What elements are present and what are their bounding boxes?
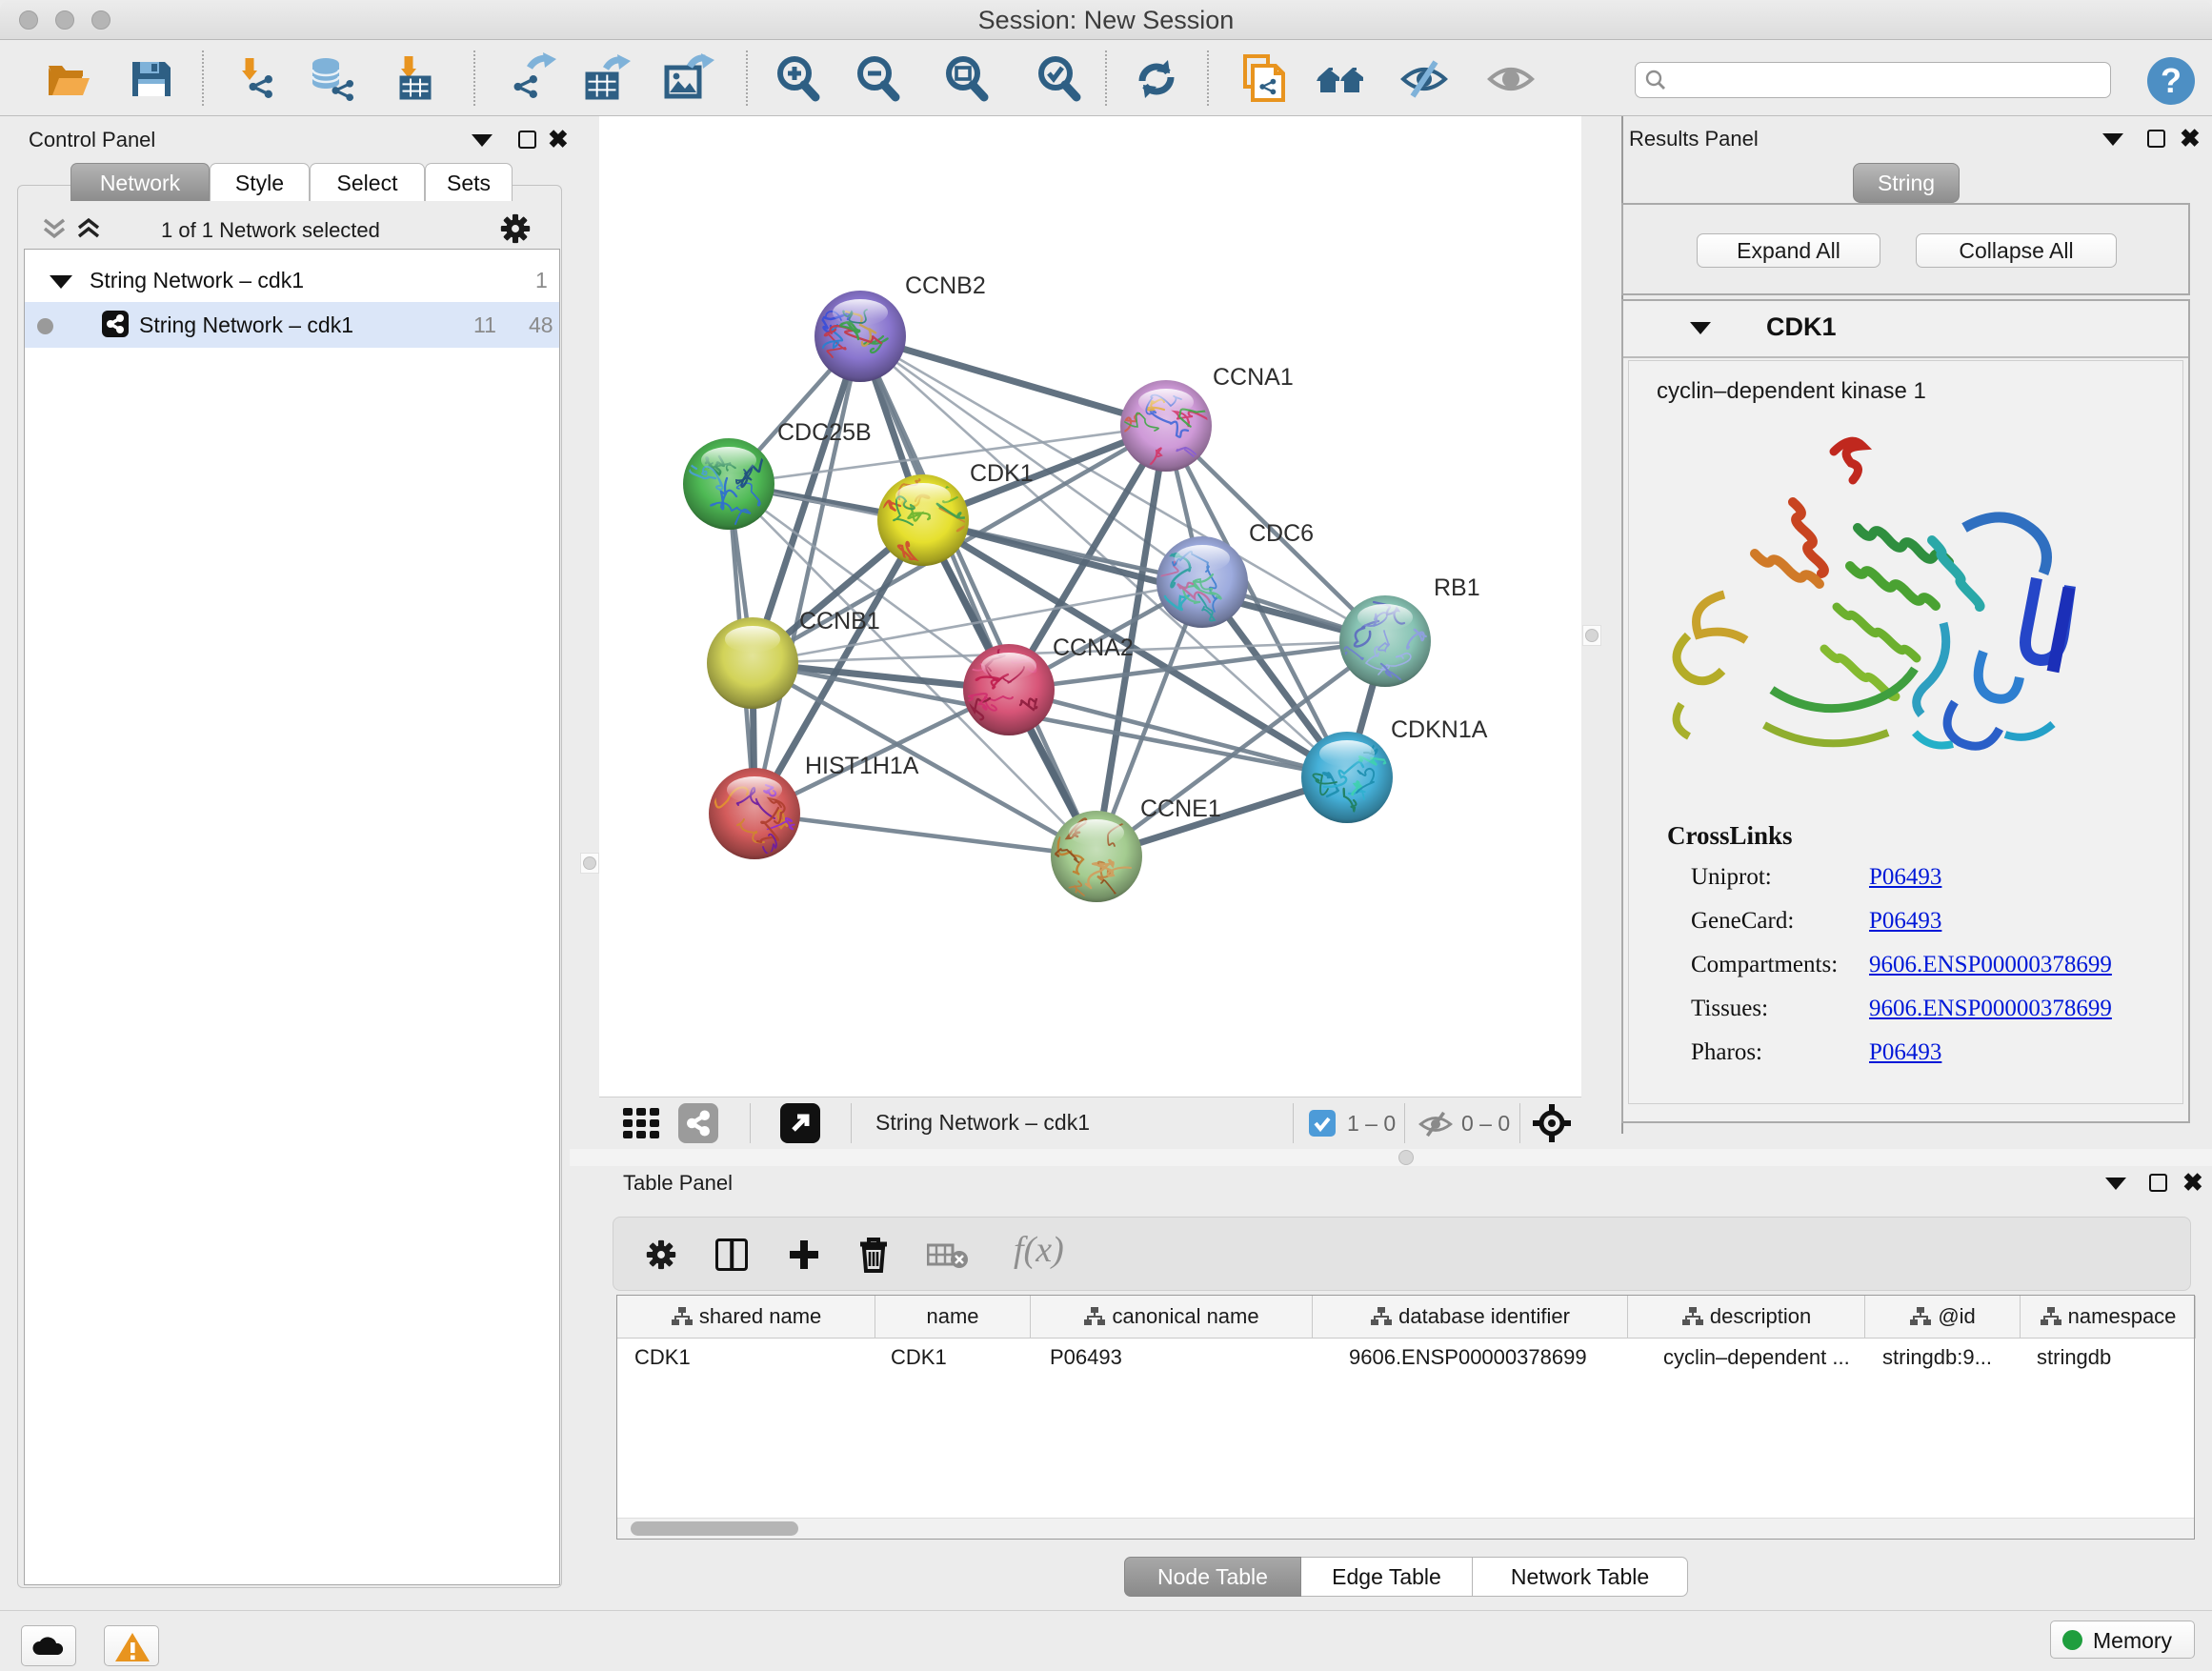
svg-text:CCNA1: CCNA1: [1213, 364, 1294, 391]
svg-text:HIST1H1A: HIST1H1A: [805, 753, 919, 779]
svg-text:?: ?: [2161, 61, 2182, 100]
svg-text:CCNB1: CCNB1: [799, 608, 880, 634]
svg-text:CDC25B: CDC25B: [777, 419, 872, 446]
svg-text:CCNE1: CCNE1: [1140, 795, 1221, 822]
svg-text:CDK1: CDK1: [970, 460, 1034, 487]
svg-text:CCNB2: CCNB2: [905, 272, 986, 299]
svg-text:CDKN1A: CDKN1A: [1391, 716, 1488, 743]
svg-text:CDC6: CDC6: [1249, 520, 1314, 547]
svg-text:RB1: RB1: [1434, 574, 1480, 601]
svg-text:CCNA2: CCNA2: [1053, 634, 1134, 661]
